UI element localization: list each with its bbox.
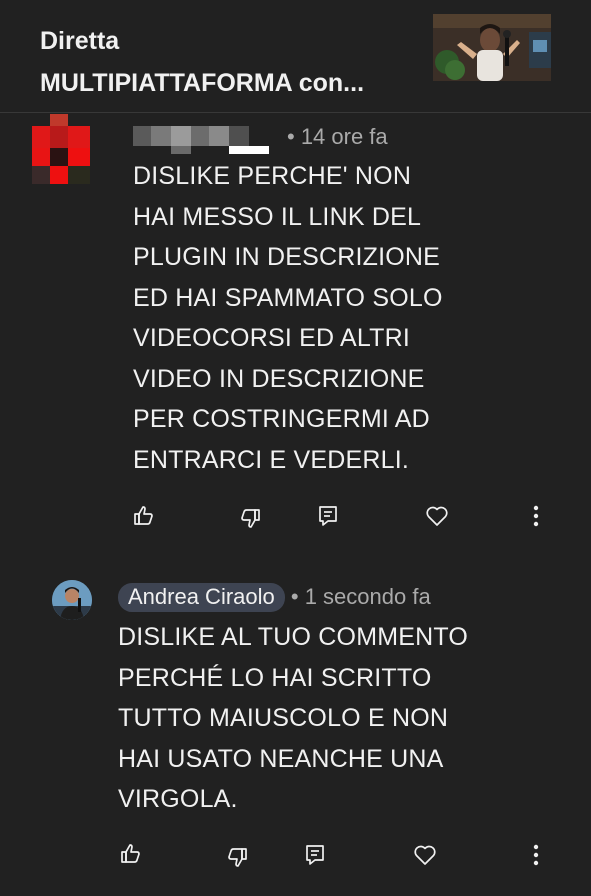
reply-button[interactable] — [311, 499, 345, 533]
comment-timestamp: • 1 secondo fa — [290, 584, 431, 609]
dislike-button[interactable] — [220, 840, 254, 874]
comment-body: DISLIKE AL TUO COMMENTO PERCHÉ LO HAI SC… — [118, 617, 468, 820]
heart-button[interactable] — [420, 499, 454, 533]
comment-line: VIDEOCORSI ED ALTRI — [133, 324, 411, 352]
reply-icon — [306, 845, 324, 865]
video-thumbnail[interactable] — [433, 14, 551, 81]
like-button[interactable] — [127, 499, 161, 533]
reply-button[interactable] — [298, 838, 332, 872]
comment-line: VIRGOLA. — [118, 785, 238, 813]
author-name-blurred[interactable] — [133, 126, 273, 156]
comment-line: ENTRARCI E VEDERLI. — [133, 445, 410, 474]
more-vert-icon — [533, 505, 539, 527]
comment-timestamp: • 14 ore fa — [287, 124, 388, 149]
video-header[interactable]: Diretta MULTIPIATTAFORMA con... — [0, 0, 591, 113]
heart-button[interactable] — [408, 838, 442, 872]
video-title-line: MULTIPIATTAFORMA con... — [40, 69, 365, 97]
comment-line: HAI MESSO IL LINK DEL — [133, 202, 422, 231]
more-options-button[interactable] — [519, 499, 553, 533]
thumb-down-icon — [228, 848, 247, 867]
reply-icon — [319, 506, 337, 526]
comment-line: TUTTO MAIUSCOLO E NON — [118, 704, 449, 732]
comment-line: VIDEO IN DESCRIZIONE — [133, 364, 425, 393]
author-name[interactable]: Andrea Ciraolo — [118, 583, 285, 612]
avatar[interactable] — [32, 114, 92, 186]
comment-body: DISLIKE PERCHE' NON HAI MESSO IL LINK DE… — [133, 156, 443, 480]
dislike-button[interactable] — [233, 501, 267, 535]
more-vert-icon — [533, 844, 539, 866]
heart-icon — [426, 506, 448, 526]
comment-line: PER COSTRINGERMI AD — [133, 405, 430, 433]
video-title[interactable]: Diretta MULTIPIATTAFORMA con... — [40, 20, 410, 104]
heart-icon — [414, 845, 436, 865]
thumb-up-icon — [121, 844, 140, 863]
more-options-button[interactable] — [519, 838, 553, 872]
comment-line: PLUGIN IN DESCRIZIONE — [133, 243, 441, 271]
like-button[interactable] — [114, 837, 148, 871]
comment-line: ED HAI SPAMMATO SOLO — [133, 283, 443, 312]
avatar[interactable] — [52, 580, 92, 620]
comment-line: DISLIKE AL TUO COMMENTO — [118, 623, 469, 651]
comment-line: PERCHÉ LO HAI SCRITTO — [118, 663, 432, 692]
comment-line: HAI USATO NEANCHE UNA — [118, 744, 444, 773]
thumb-down-icon — [241, 509, 260, 528]
comment-line: DISLIKE PERCHE' NON — [133, 162, 412, 190]
thumb-up-icon — [134, 506, 153, 525]
video-title-line: Diretta — [40, 27, 120, 55]
